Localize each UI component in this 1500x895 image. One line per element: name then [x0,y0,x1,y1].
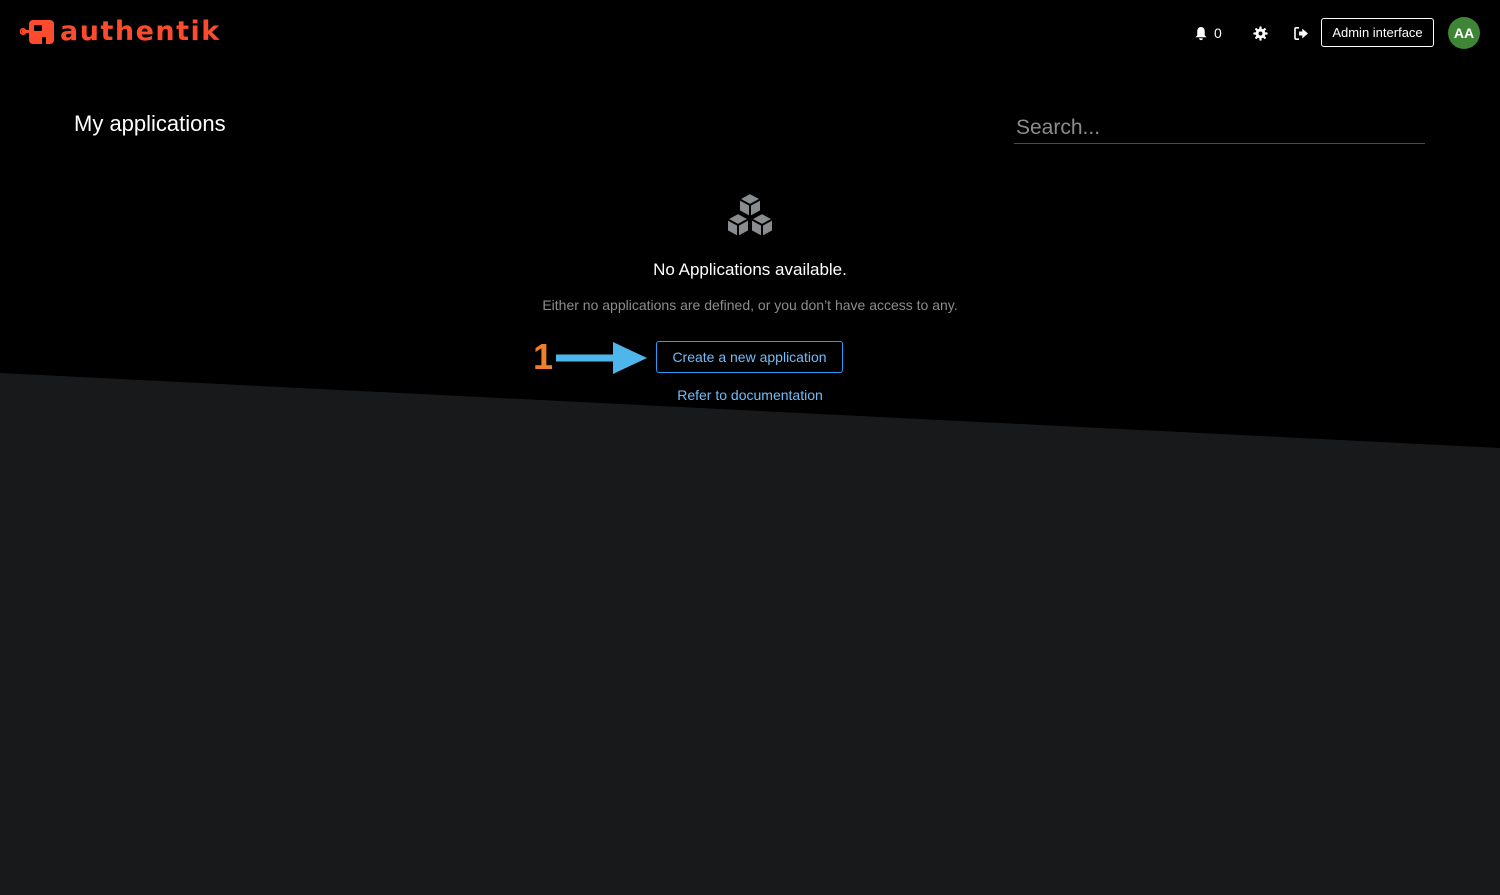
user-avatar[interactable]: AA [1448,17,1480,49]
empty-state-body: Either no applications are defined, or y… [542,297,958,313]
empty-state: No Applications available. Either no app… [450,192,1050,314]
brand-logo[interactable]: authentik [20,17,221,47]
admin-interface-button[interactable]: Admin interface [1321,18,1434,47]
search-input[interactable] [1014,112,1425,144]
create-application-button[interactable]: Create a new application [656,341,843,373]
cubes-icon [726,192,774,238]
annotation-arrow-icon [556,342,647,374]
notifications-button[interactable]: 0 [1194,22,1222,44]
authentik-logo-icon [20,20,54,44]
bell-icon [1195,26,1207,40]
brand-name: authentik [60,16,221,47]
settings-button[interactable] [1250,23,1270,43]
notification-count: 0 [1214,25,1222,41]
logout-button[interactable] [1291,23,1311,43]
top-nav-bar: authentik 0 Admin interface AA [0,0,1500,66]
annotation-step-number: 1 [533,336,554,377]
empty-state-title: No Applications available. [653,260,847,279]
sign-out-icon [1293,26,1308,40]
gear-icon [1252,25,1268,41]
page: authentik 0 Admin interface AA My applic… [0,0,1500,895]
documentation-link[interactable]: Refer to documentation [650,387,850,403]
page-title: My applications [74,111,226,136]
